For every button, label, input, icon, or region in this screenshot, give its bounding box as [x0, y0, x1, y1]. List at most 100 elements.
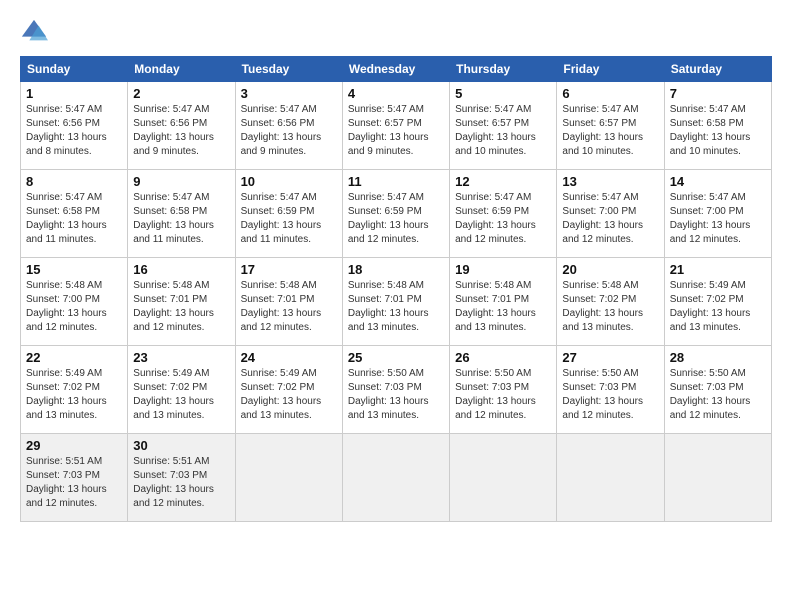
calendar-day-cell: 2 Sunrise: 5:47 AM Sunset: 6:56 PM Dayli… [128, 82, 235, 170]
day-info: Sunrise: 5:49 AM Sunset: 7:02 PM Dayligh… [26, 367, 122, 423]
calendar-day-cell: 6 Sunrise: 5:47 AM Sunset: 6:57 PM Dayli… [557, 82, 664, 170]
day-number: 1 [26, 86, 122, 101]
day-info: Sunrise: 5:47 AM Sunset: 6:57 PM Dayligh… [562, 103, 658, 159]
day-number: 14 [670, 174, 766, 189]
calendar-day-cell: 22 Sunrise: 5:49 AM Sunset: 7:02 PM Dayl… [21, 346, 128, 434]
day-number: 23 [133, 350, 229, 365]
day-number: 15 [26, 262, 122, 277]
day-number: 6 [562, 86, 658, 101]
calendar-day-cell: 1 Sunrise: 5:47 AM Sunset: 6:56 PM Dayli… [21, 82, 128, 170]
day-info: Sunrise: 5:47 AM Sunset: 6:56 PM Dayligh… [26, 103, 122, 159]
day-info: Sunrise: 5:47 AM Sunset: 6:56 PM Dayligh… [241, 103, 337, 159]
calendar-day-cell: 18 Sunrise: 5:48 AM Sunset: 7:01 PM Dayl… [342, 258, 449, 346]
day-number: 10 [241, 174, 337, 189]
calendar-day-cell: 12 Sunrise: 5:47 AM Sunset: 6:59 PM Dayl… [450, 170, 557, 258]
calendar-day-cell [557, 434, 664, 522]
header [20, 18, 772, 46]
day-info: Sunrise: 5:47 AM Sunset: 6:57 PM Dayligh… [455, 103, 551, 159]
day-number: 24 [241, 350, 337, 365]
day-number: 20 [562, 262, 658, 277]
day-number: 18 [348, 262, 444, 277]
day-info: Sunrise: 5:48 AM Sunset: 7:01 PM Dayligh… [241, 279, 337, 335]
day-info: Sunrise: 5:48 AM Sunset: 7:00 PM Dayligh… [26, 279, 122, 335]
day-info: Sunrise: 5:47 AM Sunset: 6:59 PM Dayligh… [455, 191, 551, 247]
day-of-week-header: Wednesday [342, 57, 449, 82]
day-info: Sunrise: 5:50 AM Sunset: 7:03 PM Dayligh… [348, 367, 444, 423]
logo-icon [20, 18, 48, 46]
calendar-week-row: 29 Sunrise: 5:51 AM Sunset: 7:03 PM Dayl… [21, 434, 772, 522]
day-number: 29 [26, 438, 122, 453]
day-number: 2 [133, 86, 229, 101]
day-number: 11 [348, 174, 444, 189]
day-info: Sunrise: 5:47 AM Sunset: 6:58 PM Dayligh… [133, 191, 229, 247]
calendar-week-row: 15 Sunrise: 5:48 AM Sunset: 7:00 PM Dayl… [21, 258, 772, 346]
day-number: 21 [670, 262, 766, 277]
day-info: Sunrise: 5:51 AM Sunset: 7:03 PM Dayligh… [26, 455, 122, 511]
calendar-day-cell: 30 Sunrise: 5:51 AM Sunset: 7:03 PM Dayl… [128, 434, 235, 522]
calendar-day-cell: 29 Sunrise: 5:51 AM Sunset: 7:03 PM Dayl… [21, 434, 128, 522]
calendar-day-cell: 3 Sunrise: 5:47 AM Sunset: 6:56 PM Dayli… [235, 82, 342, 170]
day-number: 8 [26, 174, 122, 189]
day-info: Sunrise: 5:47 AM Sunset: 6:58 PM Dayligh… [670, 103, 766, 159]
day-info: Sunrise: 5:47 AM Sunset: 6:57 PM Dayligh… [348, 103, 444, 159]
day-of-week-header: Friday [557, 57, 664, 82]
calendar-day-cell: 17 Sunrise: 5:48 AM Sunset: 7:01 PM Dayl… [235, 258, 342, 346]
day-number: 4 [348, 86, 444, 101]
day-info: Sunrise: 5:47 AM Sunset: 6:59 PM Dayligh… [241, 191, 337, 247]
calendar-week-row: 1 Sunrise: 5:47 AM Sunset: 6:56 PM Dayli… [21, 82, 772, 170]
day-of-week-header: Monday [128, 57, 235, 82]
day-info: Sunrise: 5:47 AM Sunset: 6:59 PM Dayligh… [348, 191, 444, 247]
calendar-day-cell [664, 434, 771, 522]
calendar-day-cell: 19 Sunrise: 5:48 AM Sunset: 7:01 PM Dayl… [450, 258, 557, 346]
calendar-day-cell: 13 Sunrise: 5:47 AM Sunset: 7:00 PM Dayl… [557, 170, 664, 258]
calendar-day-cell: 10 Sunrise: 5:47 AM Sunset: 6:59 PM Dayl… [235, 170, 342, 258]
calendar-day-cell: 25 Sunrise: 5:50 AM Sunset: 7:03 PM Dayl… [342, 346, 449, 434]
day-number: 25 [348, 350, 444, 365]
day-info: Sunrise: 5:49 AM Sunset: 7:02 PM Dayligh… [670, 279, 766, 335]
calendar-day-cell [450, 434, 557, 522]
calendar-day-cell [342, 434, 449, 522]
day-number: 17 [241, 262, 337, 277]
day-number: 9 [133, 174, 229, 189]
day-info: Sunrise: 5:48 AM Sunset: 7:01 PM Dayligh… [348, 279, 444, 335]
day-info: Sunrise: 5:47 AM Sunset: 7:00 PM Dayligh… [670, 191, 766, 247]
day-info: Sunrise: 5:51 AM Sunset: 7:03 PM Dayligh… [133, 455, 229, 511]
calendar-day-cell: 23 Sunrise: 5:49 AM Sunset: 7:02 PM Dayl… [128, 346, 235, 434]
calendar-body: 1 Sunrise: 5:47 AM Sunset: 6:56 PM Dayli… [21, 82, 772, 522]
day-number: 12 [455, 174, 551, 189]
day-of-week-header: Tuesday [235, 57, 342, 82]
calendar-day-cell: 8 Sunrise: 5:47 AM Sunset: 6:58 PM Dayli… [21, 170, 128, 258]
day-number: 13 [562, 174, 658, 189]
calendar-day-cell: 16 Sunrise: 5:48 AM Sunset: 7:01 PM Dayl… [128, 258, 235, 346]
day-info: Sunrise: 5:48 AM Sunset: 7:01 PM Dayligh… [455, 279, 551, 335]
calendar-day-cell: 20 Sunrise: 5:48 AM Sunset: 7:02 PM Dayl… [557, 258, 664, 346]
day-number: 16 [133, 262, 229, 277]
day-number: 3 [241, 86, 337, 101]
calendar-day-cell: 28 Sunrise: 5:50 AM Sunset: 7:03 PM Dayl… [664, 346, 771, 434]
day-number: 19 [455, 262, 551, 277]
calendar-day-cell: 27 Sunrise: 5:50 AM Sunset: 7:03 PM Dayl… [557, 346, 664, 434]
day-info: Sunrise: 5:49 AM Sunset: 7:02 PM Dayligh… [133, 367, 229, 423]
day-of-week-header: Saturday [664, 57, 771, 82]
calendar-day-cell: 15 Sunrise: 5:48 AM Sunset: 7:00 PM Dayl… [21, 258, 128, 346]
calendar-day-cell: 4 Sunrise: 5:47 AM Sunset: 6:57 PM Dayli… [342, 82, 449, 170]
calendar-day-cell: 7 Sunrise: 5:47 AM Sunset: 6:58 PM Dayli… [664, 82, 771, 170]
day-number: 26 [455, 350, 551, 365]
day-info: Sunrise: 5:47 AM Sunset: 7:00 PM Dayligh… [562, 191, 658, 247]
day-of-week-header: Thursday [450, 57, 557, 82]
day-number: 27 [562, 350, 658, 365]
calendar-header-row: SundayMondayTuesdayWednesdayThursdayFrid… [21, 57, 772, 82]
calendar: SundayMondayTuesdayWednesdayThursdayFrid… [20, 56, 772, 522]
calendar-day-cell: 9 Sunrise: 5:47 AM Sunset: 6:58 PM Dayli… [128, 170, 235, 258]
day-info: Sunrise: 5:48 AM Sunset: 7:01 PM Dayligh… [133, 279, 229, 335]
day-info: Sunrise: 5:50 AM Sunset: 7:03 PM Dayligh… [455, 367, 551, 423]
day-number: 22 [26, 350, 122, 365]
day-info: Sunrise: 5:50 AM Sunset: 7:03 PM Dayligh… [562, 367, 658, 423]
day-number: 30 [133, 438, 229, 453]
day-info: Sunrise: 5:47 AM Sunset: 6:58 PM Dayligh… [26, 191, 122, 247]
day-info: Sunrise: 5:47 AM Sunset: 6:56 PM Dayligh… [133, 103, 229, 159]
calendar-day-cell: 14 Sunrise: 5:47 AM Sunset: 7:00 PM Dayl… [664, 170, 771, 258]
calendar-week-row: 22 Sunrise: 5:49 AM Sunset: 7:02 PM Dayl… [21, 346, 772, 434]
logo [20, 18, 52, 46]
day-number: 28 [670, 350, 766, 365]
